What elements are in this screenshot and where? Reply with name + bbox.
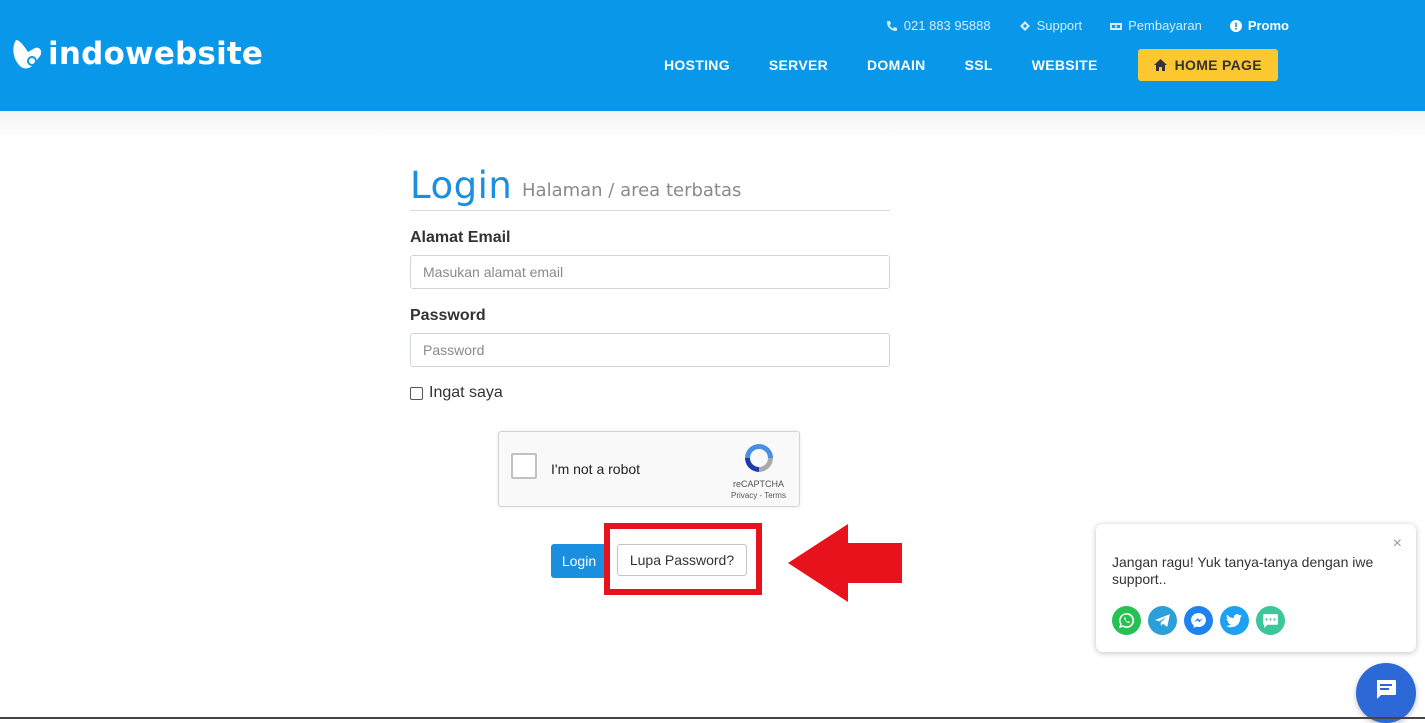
whatsapp-icon[interactable] — [1112, 606, 1141, 635]
payment-link[interactable]: Pembayaran — [1110, 18, 1202, 33]
money-icon — [1110, 22, 1123, 30]
recaptcha-brand: reCAPTCHA — [733, 479, 785, 489]
recaptcha-checkbox[interactable] — [511, 453, 537, 479]
brand-name: indowebsite — [48, 36, 264, 72]
brand-logo[interactable]: indowebsite — [10, 34, 263, 74]
sms-icon[interactable] — [1256, 606, 1285, 635]
home-icon — [1153, 59, 1167, 71]
nav-ssl[interactable]: SSL — [965, 49, 993, 81]
password-label: Password — [410, 307, 486, 324]
messenger-icon[interactable] — [1184, 606, 1213, 635]
chat-message: Jangan ragu! Yuk tanya-tanya dengan iwe … — [1112, 554, 1374, 587]
info-icon — [1229, 19, 1242, 32]
chat-popup: × Jangan ragu! Yuk tanya-tanya dengan iw… — [1096, 524, 1416, 652]
twitter-icon[interactable] — [1220, 606, 1249, 635]
password-field[interactable] — [410, 333, 890, 367]
logo-icon — [13, 40, 42, 69]
phone-number: 021 883 95888 — [903, 18, 991, 33]
nav-server[interactable]: SERVER — [769, 49, 828, 81]
page-subtitle: Halaman / area terbatas — [522, 180, 742, 201]
remember-checkbox[interactable] — [410, 386, 423, 400]
header-shadow — [0, 111, 1425, 139]
nav-domain[interactable]: DOMAIN — [867, 49, 926, 81]
phone-icon — [886, 20, 897, 31]
login-button[interactable]: Login — [551, 544, 607, 578]
main-nav: HOSTING SERVER DOMAIN SSL WEBSITE HOME P… — [664, 49, 1278, 81]
recaptcha-terms[interactable]: Privacy - Terms — [731, 491, 786, 500]
recaptcha-icon — [745, 444, 773, 472]
promo-link[interactable]: Promo — [1229, 18, 1289, 33]
email-label: Alamat Email — [410, 229, 511, 246]
close-icon[interactable]: × — [1393, 536, 1402, 552]
remember-me[interactable]: Ingat saya — [410, 384, 503, 402]
site-header: indowebsite 021 883 95888 Support Pembay… — [0, 0, 1425, 111]
telegram-icon[interactable] — [1148, 606, 1177, 635]
chat-launcher-button[interactable] — [1356, 663, 1416, 723]
page-title: Login — [410, 164, 513, 207]
home-page-label: HOME PAGE — [1174, 57, 1262, 73]
login-heading: Login Halaman / area terbatas — [410, 160, 890, 211]
arrow-left-icon — [788, 524, 902, 602]
ticket-icon — [1019, 20, 1030, 31]
support-link[interactable]: Support — [1019, 18, 1083, 33]
chat-channels — [1112, 606, 1285, 635]
email-field[interactable] — [410, 255, 890, 289]
top-bar: 021 883 95888 Support Pembayaran Promo — [886, 18, 1289, 33]
remember-label: Ingat saya — [429, 384, 503, 401]
home-page-button[interactable]: HOME PAGE — [1137, 49, 1278, 81]
highlight-annotation-box — [604, 523, 762, 595]
nav-hosting[interactable]: HOSTING — [664, 49, 730, 81]
chat-bubble-icon — [1377, 680, 1396, 699]
promo-label: Promo — [1247, 18, 1289, 33]
recaptcha-widget: I'm not a robot reCAPTCHA Privacy - Term… — [498, 431, 800, 507]
phone-link[interactable]: 021 883 95888 — [886, 18, 991, 33]
support-label: Support — [1036, 18, 1083, 33]
payment-label: Pembayaran — [1128, 18, 1202, 33]
recaptcha-label: I'm not a robot — [551, 461, 641, 477]
nav-website[interactable]: WEBSITE — [1032, 49, 1098, 81]
